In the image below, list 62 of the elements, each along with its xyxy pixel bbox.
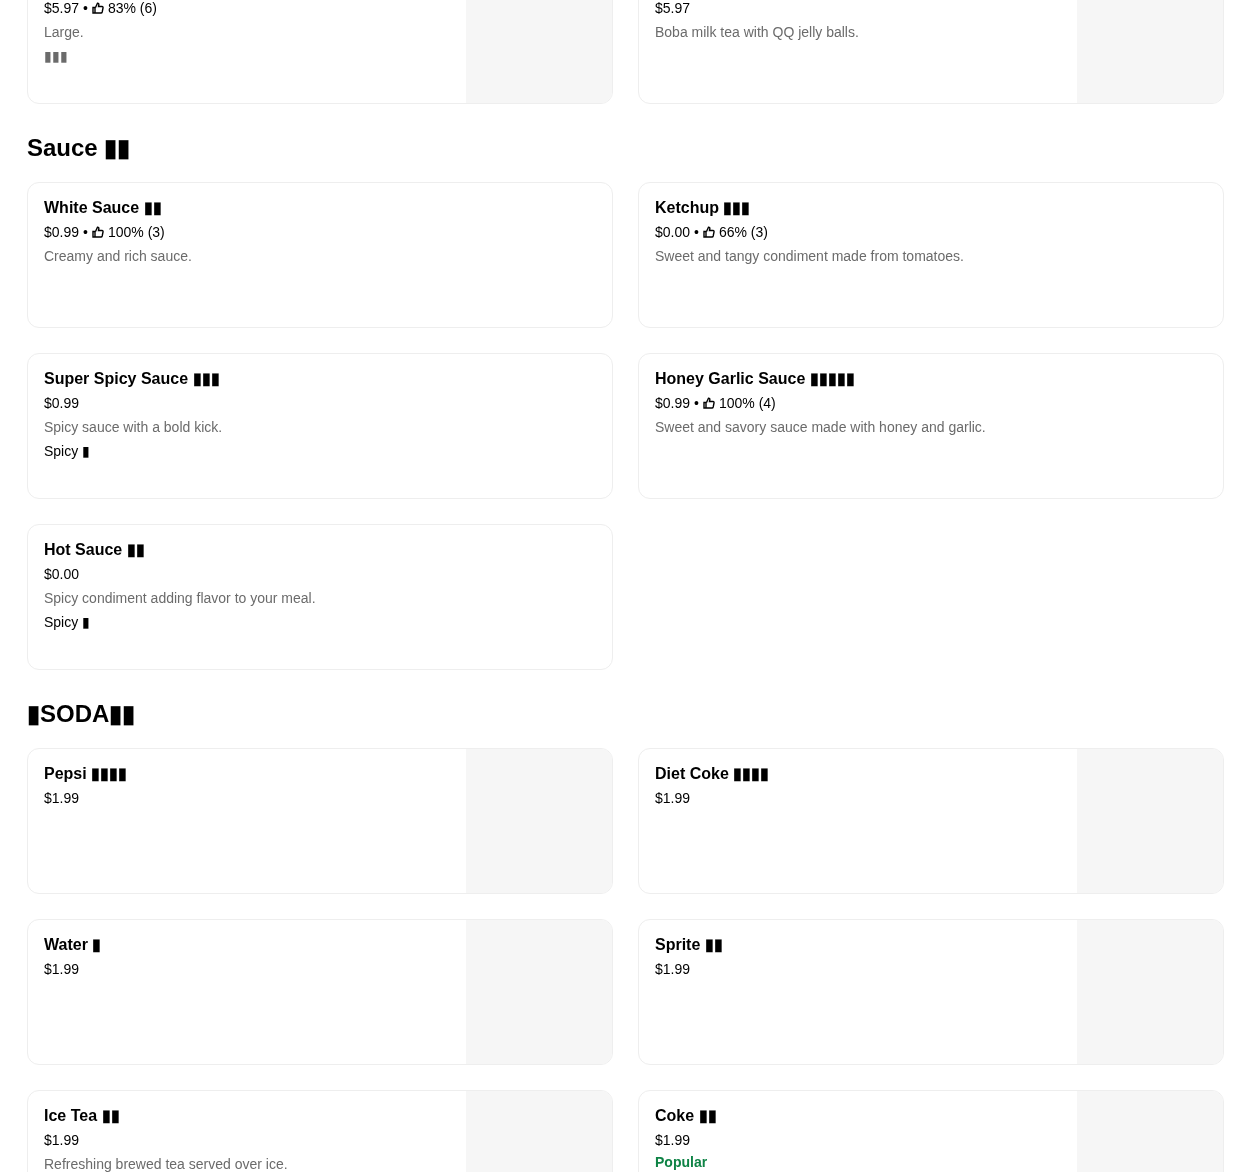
item-description: Creamy and rich sauce. <box>44 247 193 266</box>
item-name: Ketchup ▮▮▮ <box>655 198 752 218</box>
item-price: $0.99 <box>44 394 80 413</box>
item-price: $0.99 <box>655 394 691 413</box>
item-description: Spicy condiment adding flavor to your meal. <box>44 589 317 608</box>
item-price: $1.99 <box>655 789 691 808</box>
item-name: Ice Tea ▮▮ <box>44 1106 121 1126</box>
item-description: Spicy sauce with a bold kick. <box>44 418 224 437</box>
item-price: $5.97 <box>655 0 691 18</box>
item-price: $5.97 <box>44 0 80 18</box>
menu-item-card[interactable]: Hot Sauce ▮▮ $0.00 Spicy condiment adding flavor to your meal. Spicy ▮ <box>27 524 613 670</box>
menu-item-card[interactable]: Diet Coke ▮▮▮▮ $1.99 <box>638 748 1224 894</box>
item-price: $0.99 <box>44 223 80 242</box>
item-name: Diet Coke ▮▮▮▮ <box>655 764 771 784</box>
menu-item-card[interactable]: Water ▮ $1.99 <box>27 919 613 1065</box>
item-description: Sweet and savory sauce made with honey and garlic. <box>655 418 987 437</box>
menu-item-card[interactable]: Honey Garlic Sauce ▮▮▮▮▮ $0.99 • 100% (4) Sweet and savory sauce made with honey and garlic. <box>638 353 1224 499</box>
thumbs-up-icon <box>702 397 715 409</box>
separator-dot: • <box>694 394 699 413</box>
popular-label: Popular <box>655 1153 709 1172</box>
item-description: Sweet and tangy condiment made from tomatoes. <box>655 247 965 266</box>
menu-item-card[interactable]: Super Spicy Sauce ▮▮▮ $0.99 Spicy sauce with a bold kick. Spicy ▮ <box>27 353 613 499</box>
menu-item-card[interactable]: $5.97 • 83% (6) Large. ▮▮▮ <box>27 0 613 104</box>
section-heading: Sauce ▮▮ <box>27 133 132 163</box>
item-name: White Sauce ▮▮ <box>44 198 163 218</box>
menu-item-card[interactable]: Coke ▮▮ $1.99 Popular <box>638 1090 1224 1172</box>
item-name: Hot Sauce ▮▮ <box>44 540 146 560</box>
item-description: Boba milk tea with QQ jelly balls. <box>655 23 860 42</box>
menu-item-card[interactable]: Sprite ▮▮ $1.99 <box>638 919 1224 1065</box>
menu-item-card[interactable]: Ketchup ▮▮▮ $0.00 • 66% (3) Sweet and tangy condiment made from tomatoes. <box>638 182 1224 328</box>
item-price: $1.99 <box>655 960 691 979</box>
thumbs-up-icon <box>91 2 104 14</box>
thumbs-up-icon <box>702 226 715 238</box>
menu-item-card[interactable]: Pepsi ▮▮▮▮ $1.99 <box>27 748 613 894</box>
item-tag: Spicy ▮ <box>44 439 596 463</box>
menu-item-card[interactable]: Ice Tea ▮▮ $1.99 Refreshing brewed tea served over ice. <box>27 1090 613 1172</box>
item-name: Water ▮ <box>44 935 103 955</box>
item-name: Pepsi ▮▮▮▮ <box>44 764 129 784</box>
item-price: $0.00 <box>655 223 691 242</box>
item-description: Refreshing brewed tea served over ice. <box>44 1155 289 1172</box>
item-name: Honey Garlic Sauce ▮▮▮▮▮ <box>655 369 856 389</box>
item-name: Coke ▮▮ <box>655 1106 718 1126</box>
menu-item-card[interactable]: White Sauce ▮▮ $0.99 • 100% (3) Creamy and rich sauce. <box>27 182 613 328</box>
thumbs-up-icon <box>91 226 104 238</box>
separator-dot: • <box>83 0 88 18</box>
item-price: $1.99 <box>44 1131 80 1150</box>
item-rating: 100% (3) <box>107 223 165 242</box>
item-rating: 83% (6) <box>107 0 157 18</box>
menu-item-card[interactable]: $5.97 Boba milk tea with QQ jelly balls. <box>638 0 1224 104</box>
item-rating: 66% (3) <box>718 223 768 242</box>
item-price: $1.99 <box>44 789 80 808</box>
item-description: Large. ▮▮▮ <box>44 23 85 66</box>
section-heading: ▮SODA▮▮ <box>27 699 137 729</box>
item-price: $0.00 <box>44 565 80 584</box>
item-tag: Spicy ▮ <box>44 610 596 634</box>
item-price: $1.99 <box>44 960 80 979</box>
item-rating: 100% (4) <box>718 394 776 413</box>
separator-dot: • <box>694 223 699 242</box>
item-name: Sprite ▮▮ <box>655 935 724 955</box>
item-price: $1.99 <box>655 1131 691 1150</box>
item-name: Super Spicy Sauce ▮▮▮ <box>44 369 221 389</box>
separator-dot: • <box>83 223 88 242</box>
